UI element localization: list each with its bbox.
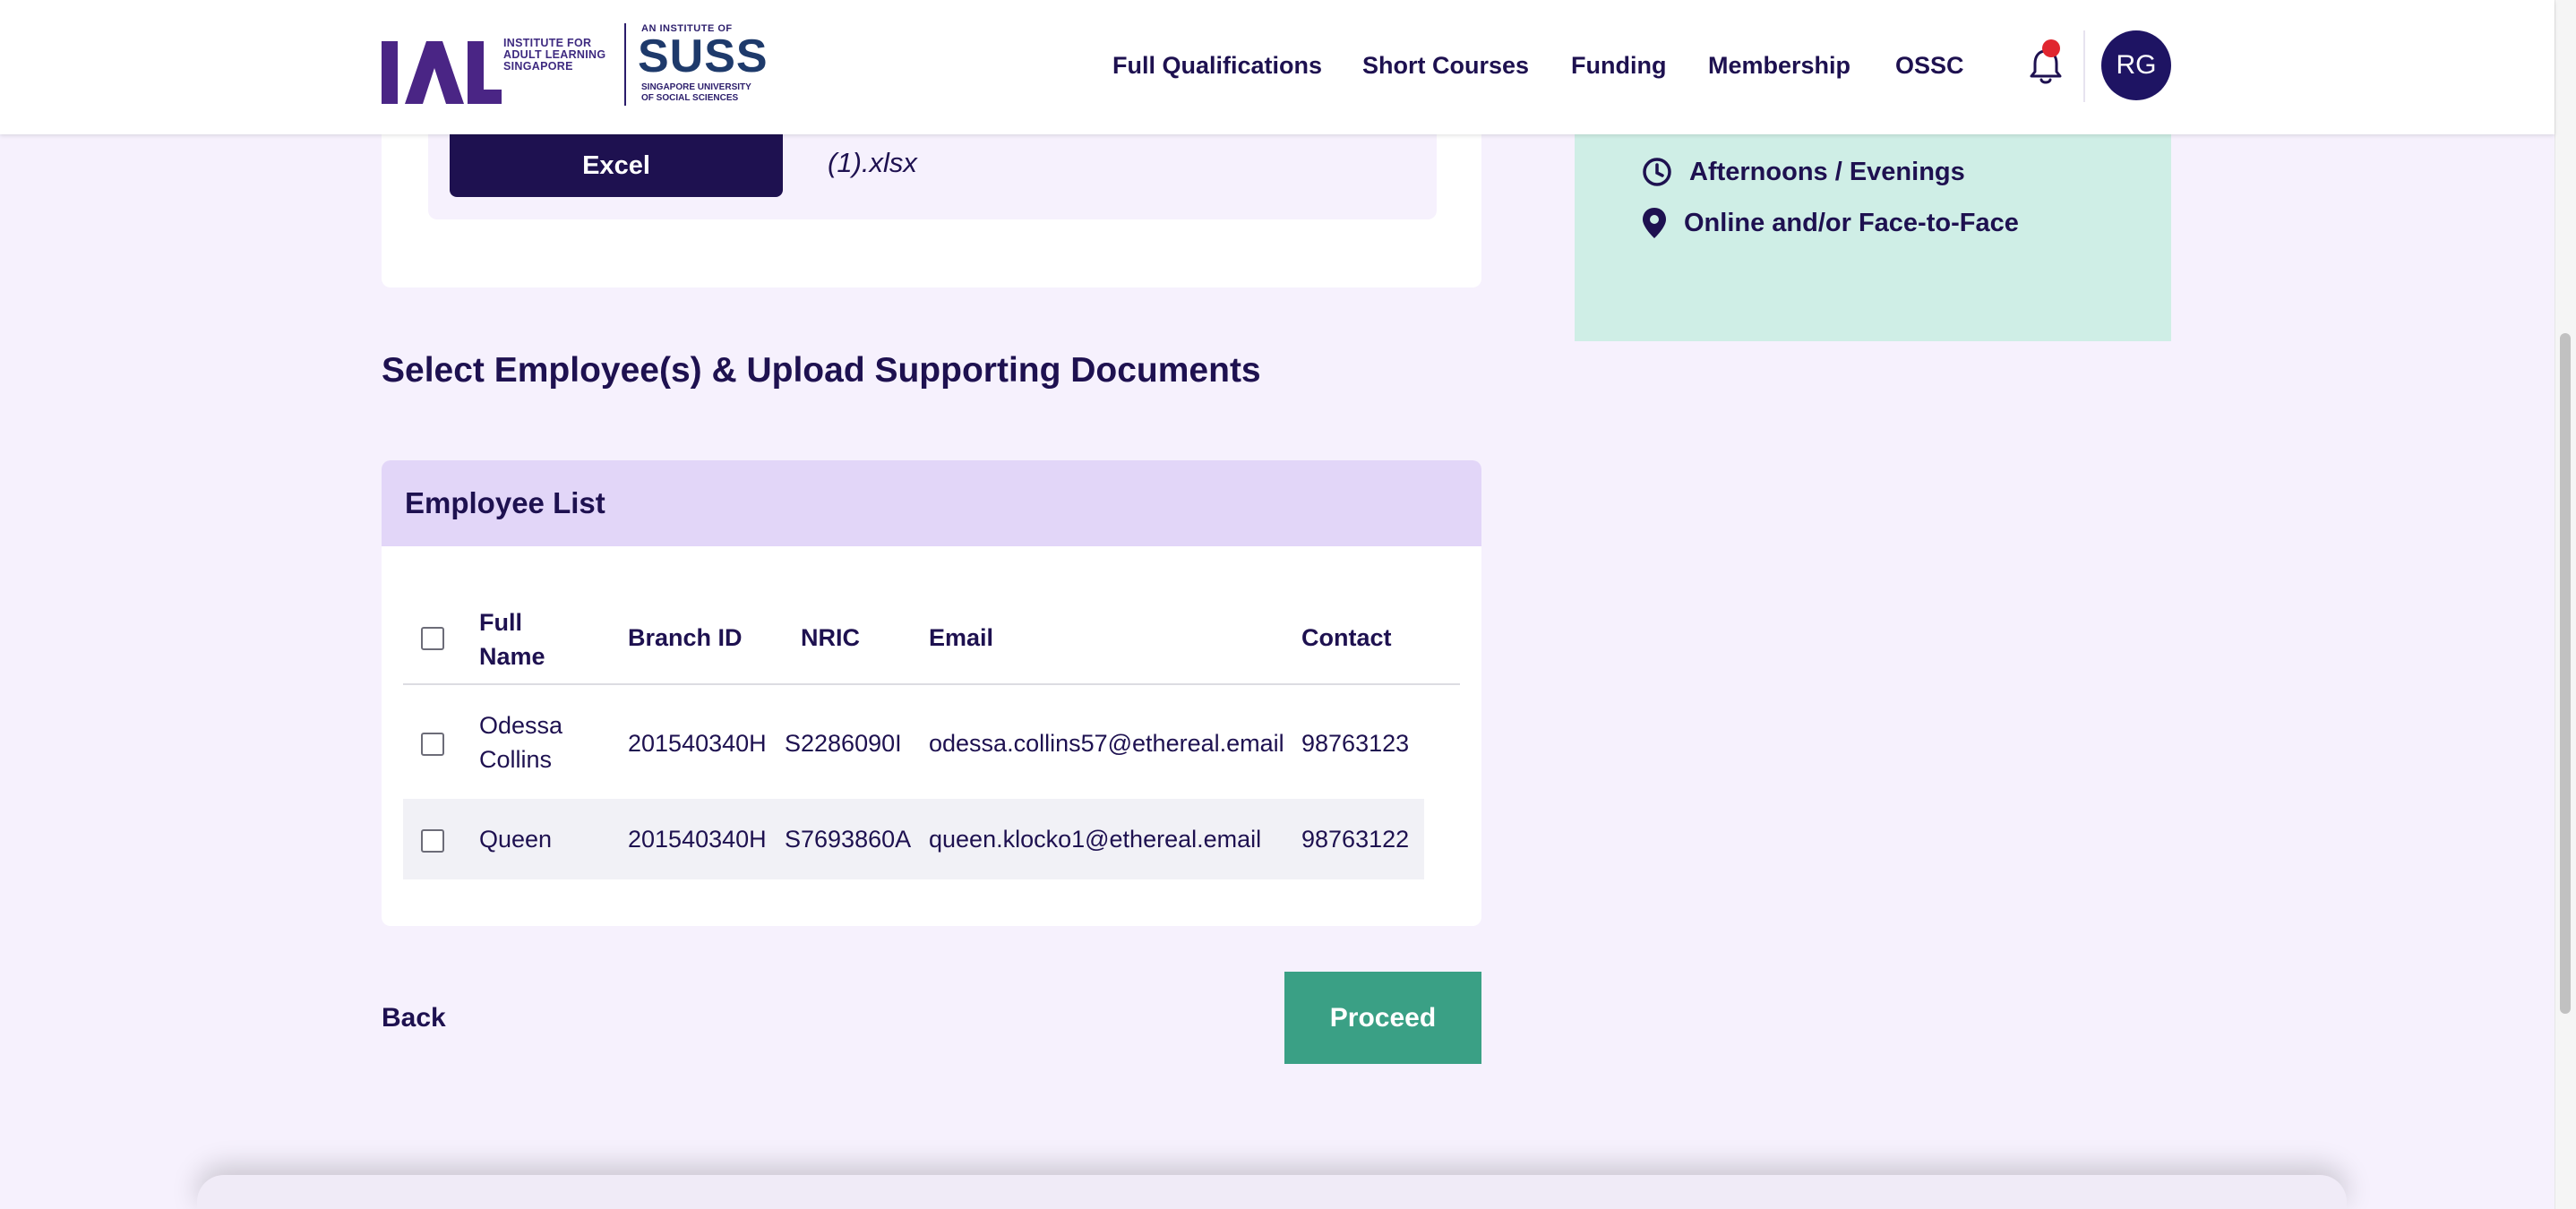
schedule-row: Afternoons / Evenings <box>1641 156 1965 188</box>
schedule-text: Afternoons / Evenings <box>1689 157 1965 186</box>
row-checkbox-queen[interactable] <box>421 829 444 853</box>
select-all-checkbox[interactable] <box>421 627 444 650</box>
header-separator <box>2083 30 2085 102</box>
page-section-title: Select Employee(s) & Upload Supporting D… <box>382 351 1261 390</box>
row-checkbox-odessa-collins[interactable] <box>421 733 444 756</box>
table-cell-contact: 98763122 <box>1301 826 1410 853</box>
nav-funding[interactable]: Funding <box>1571 52 1666 80</box>
column-header-nric: NRIC <box>801 624 860 651</box>
table-row-highlight <box>403 799 1424 879</box>
table-cell-nric: S2286090I <box>785 730 902 757</box>
table-cell-email: queen.klocko1@ethereal.email <box>929 826 1262 853</box>
table-cell-contact: 98763123 <box>1301 730 1410 757</box>
table-header-divider <box>403 683 1460 685</box>
site-header: INSTITUTE FOR ADULT LEARNING SINGAPORE A… <box>0 0 2555 134</box>
nav-short-courses[interactable]: Short Courses <box>1362 52 1529 80</box>
nav-membership[interactable]: Membership <box>1708 52 1850 80</box>
notification-dot <box>2042 39 2060 57</box>
uploaded-file-name: (1).xlsx <box>828 147 917 178</box>
table-cell-branch-id: 201540340H <box>628 730 767 757</box>
main-nav: Full Qualifications Short Courses Fundin… <box>0 52 2555 81</box>
proceed-button[interactable]: Proceed <box>1284 972 1481 1064</box>
mode-text: Online and/or Face-to-Face <box>1684 208 2019 237</box>
user-avatar[interactable]: RG <box>2101 30 2171 100</box>
table-cell-email: odessa.collins57@ethereal.email <box>929 730 1284 757</box>
location-pin-icon <box>1643 208 1666 238</box>
scrollbar-thumb[interactable] <box>2560 333 2571 1014</box>
clock-icon <box>1643 158 1671 186</box>
nav-ossc[interactable]: OSSC <box>1895 52 1964 80</box>
suss-logo-subtitle: SINGAPORE UNIVERSITY OF SOCIAL SCIENCES <box>641 82 751 103</box>
back-button[interactable]: Back <box>382 1003 446 1033</box>
column-header-contact: Contact <box>1301 624 1392 651</box>
table-cell-nric: S7693860A <box>785 826 912 853</box>
column-header-email: Email <box>929 624 994 651</box>
mode-row: Online and/or Face-to-Face <box>1641 206 2019 240</box>
footer-edge <box>197 1175 2347 1209</box>
nav-full-qualifications[interactable]: Full Qualifications <box>1112 52 1322 80</box>
column-header-branch-id: Branch ID <box>628 624 743 651</box>
employee-list-title: Employee List <box>382 460 1481 546</box>
table-cell-name: Odessa Collins <box>479 712 563 773</box>
table-cell-name: Queen <box>479 826 553 853</box>
table-cell-branch-id: 201540340H <box>628 826 767 853</box>
column-header-full-name: Full Name <box>479 609 545 670</box>
